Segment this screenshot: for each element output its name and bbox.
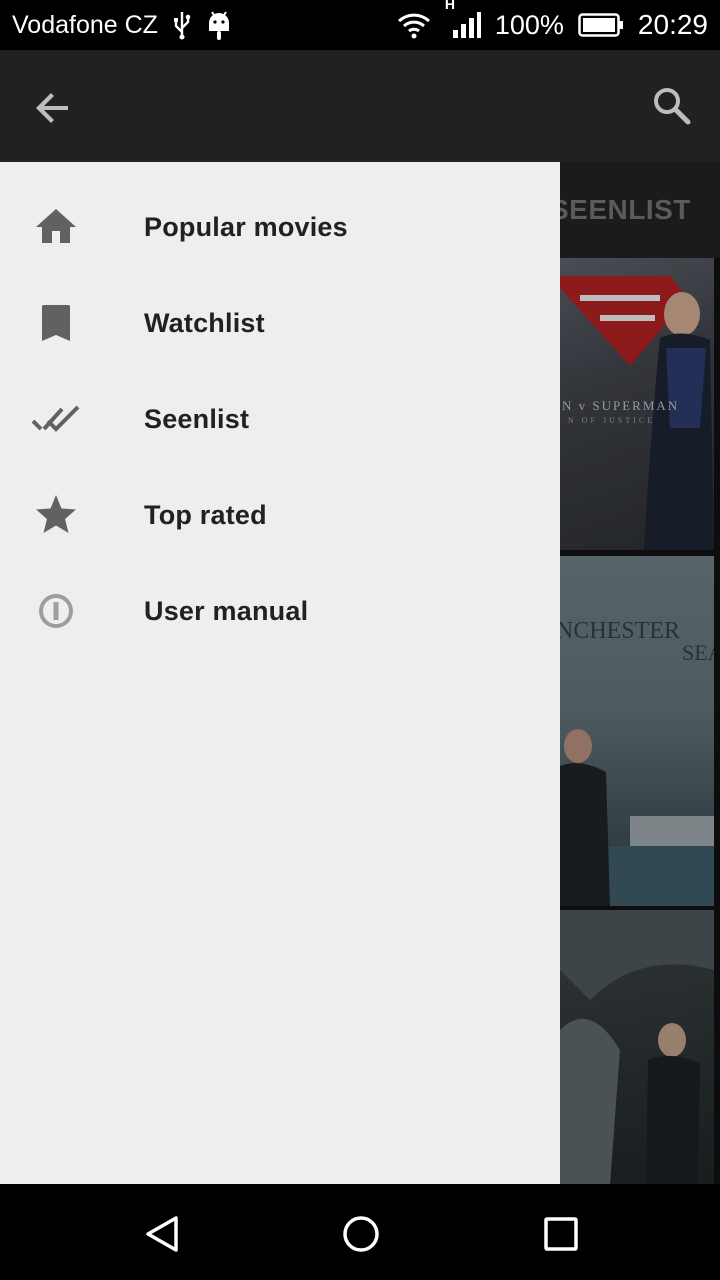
drawer-item-top-rated[interactable]: Top rated — [0, 467, 560, 563]
scrim[interactable] — [560, 162, 720, 1184]
battery-percent: 100% — [494, 9, 564, 40]
drawer-item-label: Seenlist — [144, 403, 250, 434]
home-circle-icon[interactable] — [339, 1212, 383, 1256]
system-nav-bar — [0, 1184, 720, 1280]
bookmark-icon — [32, 299, 80, 347]
drawer-item-user-manual[interactable]: User manual — [0, 563, 560, 659]
android-icon — [206, 9, 232, 41]
double-check-icon — [32, 395, 80, 443]
drawer-item-label: User manual — [144, 595, 309, 626]
drawer-item-watchlist[interactable]: Watchlist — [0, 275, 560, 371]
battery-icon — [578, 13, 624, 37]
star-icon — [32, 491, 80, 539]
navigation-drawer: Popular movies Watchlist Seenlist Top ra… — [0, 162, 560, 1184]
carrier-name: Vodafone CZ — [12, 10, 158, 39]
network-type: H — [444, 0, 455, 12]
signal-icon: H — [445, 0, 481, 40]
clock: 20:29 — [637, 9, 708, 40]
recents-square-icon[interactable] — [538, 1212, 582, 1256]
home-icon — [32, 203, 80, 251]
search-icon[interactable] — [648, 82, 696, 130]
wifi-icon — [397, 11, 431, 39]
back-triangle-icon[interactable] — [140, 1212, 184, 1256]
drawer-item-label: Top rated — [144, 499, 267, 530]
drawer-item-label: Watchlist — [144, 307, 265, 338]
drawer-item-label: Popular movies — [144, 211, 348, 242]
drawer-item-popular-movies[interactable]: Popular movies — [0, 179, 560, 275]
arrow-back-icon[interactable] — [30, 84, 78, 132]
usb-icon — [172, 10, 192, 40]
app-bar — [0, 50, 720, 162]
info-icon — [32, 587, 80, 635]
status-bar: Vodafone CZ H 100% 20:29 — [0, 0, 720, 50]
drawer-item-seenlist[interactable]: Seenlist — [0, 371, 560, 467]
